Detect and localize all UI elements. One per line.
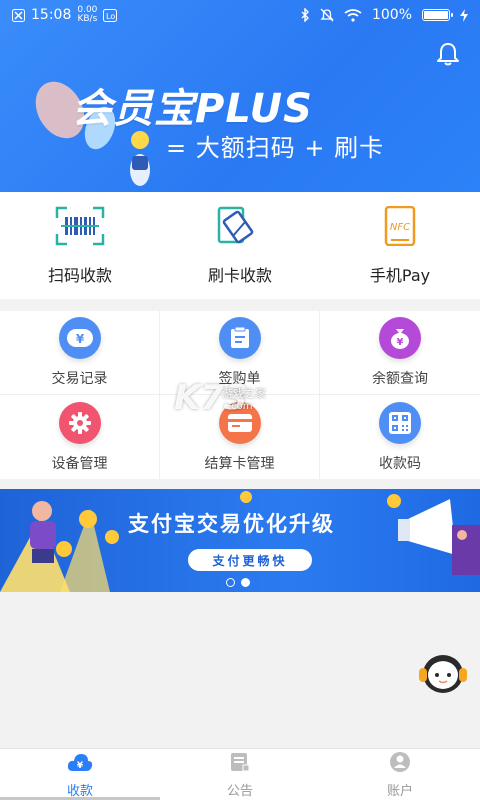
wifi-icon (344, 8, 362, 22)
status-time: 15:08 (31, 7, 72, 23)
nfc-text: NFC (390, 222, 410, 233)
payment-code-button[interactable]: 收款码 (320, 395, 480, 479)
carousel-dots (226, 578, 250, 587)
notification-x-icon (12, 8, 25, 22)
card-payment-button[interactable]: 刷卡收款 (160, 192, 320, 299)
gear-icon (58, 401, 101, 444)
yuan-icon: ¥ (58, 317, 101, 359)
net-speed: 0.00 KB/s (77, 6, 97, 24)
charging-icon (460, 8, 468, 22)
tab-notice[interactable]: 公告 (160, 749, 320, 800)
bottom-nav: ¥ 收款 公告 账户 (0, 748, 480, 800)
receipt-icon (218, 317, 261, 359)
bluetooth-icon (300, 8, 310, 22)
hero-subtitle: = 大额扫码 + 刷卡 (166, 134, 385, 162)
function-grid: ¥ 交易记录 签购单 ¥ 余额查询 设备管理 结算卡管理 收款码 (0, 311, 480, 479)
promo-decoration (0, 491, 480, 592)
mute-bell-icon (320, 8, 334, 22)
carousel-dot[interactable] (241, 578, 250, 587)
tab-account[interactable]: 账户 (320, 749, 480, 800)
scan-payment-button[interactable]: 扫码收款 (0, 192, 160, 299)
card-swipe-icon (215, 206, 265, 250)
user-icon (389, 751, 411, 777)
device-management-button[interactable]: 设备管理 (0, 395, 160, 479)
cloud-yuan-icon: ¥ (67, 751, 93, 777)
card-payment-label: 刷卡收款 (207, 265, 272, 285)
hero-title: 会员宝PLUS (72, 86, 313, 132)
promo-banner[interactable]: 支付宝交易优化升级 支付更畅快 (0, 489, 480, 592)
promo-pill: 支付更畅快 (188, 549, 312, 571)
card-icon (218, 401, 261, 444)
bell-icon[interactable] (434, 40, 462, 68)
qr-scan-icon (55, 206, 105, 250)
tab-account-label: 账户 (386, 783, 413, 799)
svg-text:Lo: Lo (106, 12, 115, 21)
net-speed-unit: KB/s (77, 14, 98, 24)
money-bag-icon: ¥ (379, 317, 421, 359)
tab-collect-label: 收款 (66, 783, 93, 799)
balance-inquiry-button[interactable]: ¥ 余额查询 (320, 311, 480, 395)
tab-collect[interactable]: ¥ 收款 (0, 749, 160, 800)
device-management-label: 设备管理 (51, 455, 108, 472)
notice-icon (229, 751, 251, 777)
svg-text:¥: ¥ (75, 332, 84, 346)
carousel-dot[interactable] (226, 578, 235, 587)
transaction-records-label: 交易记录 (51, 371, 108, 387)
settlement-card-button[interactable]: 结算卡管理 (160, 395, 320, 479)
transaction-records-button[interactable]: ¥ 交易记录 (0, 311, 160, 395)
promo-title: 支付宝交易优化升级 (128, 512, 335, 536)
payment-code-label: 收款码 (379, 455, 421, 472)
qr-code-icon (379, 401, 421, 444)
customer-service-icon[interactable] (414, 644, 472, 696)
receipt-label: 签购单 (218, 371, 261, 387)
balance-inquiry-label: 余额查询 (372, 371, 428, 387)
sim-icon: Lo (103, 8, 118, 22)
tab-notice-label: 公告 (226, 783, 253, 799)
receipt-button[interactable]: 签购单 (160, 311, 320, 395)
mobile-pay-label: 手机Pay (369, 265, 431, 285)
battery-icon (422, 9, 453, 21)
nfc-phone-icon: NFC (375, 205, 425, 250)
status-bar: 15:08 0.00 KB/s Lo 100% (0, 0, 480, 30)
main-actions: 扫码收款 刷卡收款 NFC 手机Pay (0, 192, 480, 299)
battery-percent: 100% (371, 7, 412, 23)
svg-text:¥: ¥ (397, 337, 404, 348)
battery-fill (424, 11, 448, 19)
settlement-card-label: 结算卡管理 (204, 455, 275, 472)
scan-payment-label: 扫码收款 (47, 265, 112, 285)
svg-text:¥: ¥ (77, 761, 84, 771)
mobile-pay-button[interactable]: NFC 手机Pay (320, 192, 480, 299)
